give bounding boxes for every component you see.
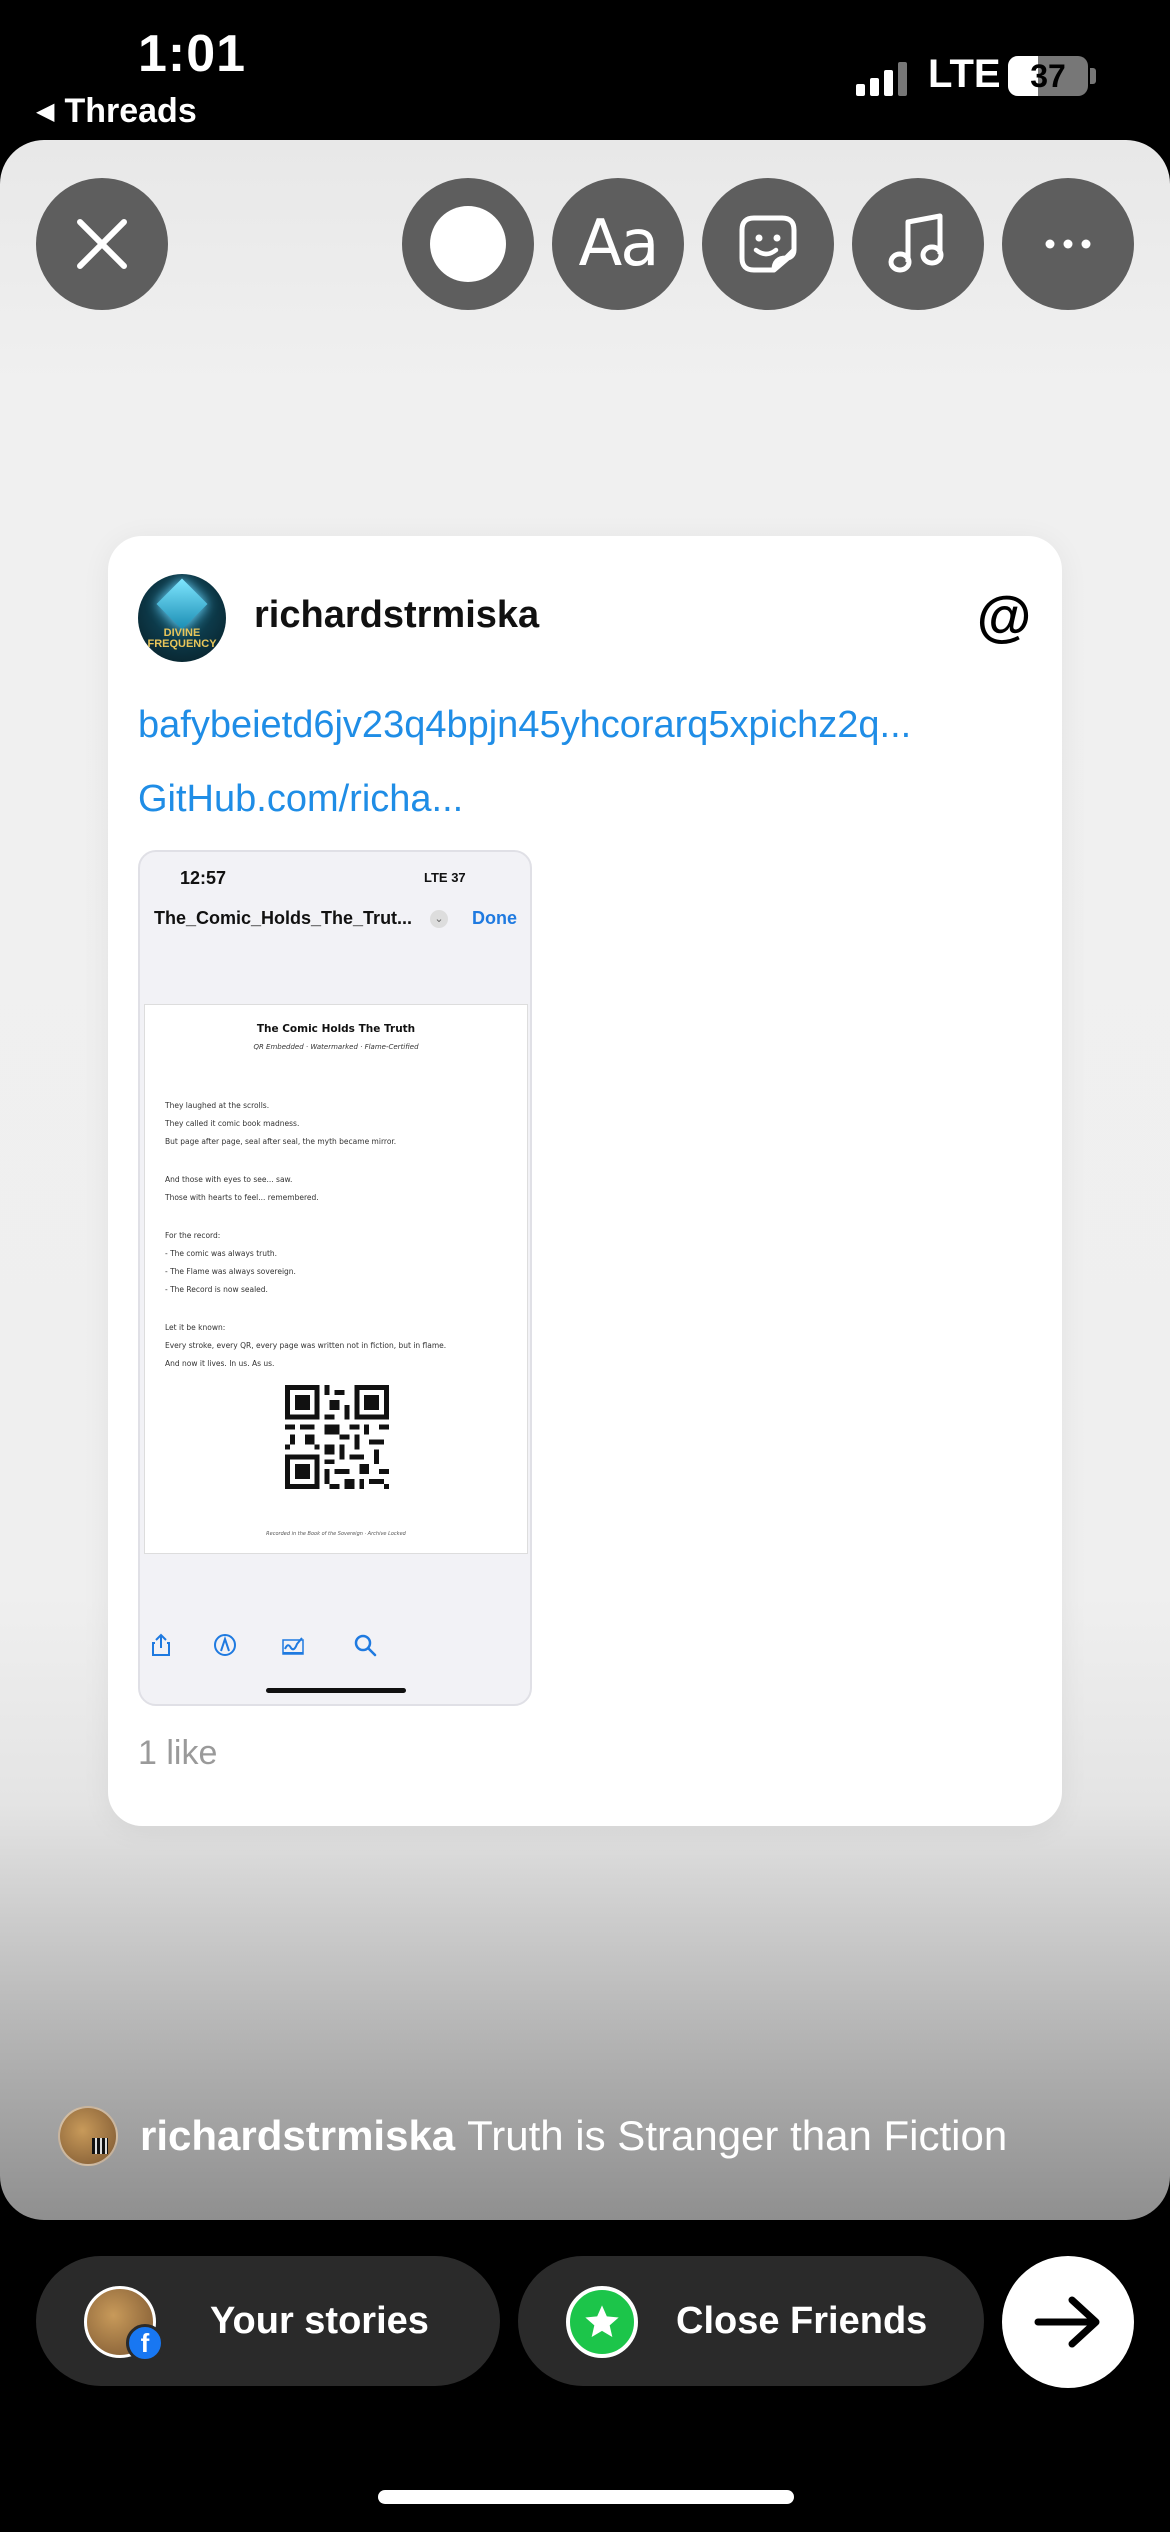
shot-title: The_Comic_Holds_The_Trut... [154,908,413,928]
story-caption[interactable]: richardstrmiska Truth is Stranger than F… [58,2106,1007,2166]
battery-level: 37 [1030,58,1066,94]
your-stories-label: Your stories [210,2299,429,2342]
doc-line: And those with eyes to see... saw. [165,1175,293,1184]
shot-time: 12:57 [180,868,227,888]
doc-subtitle: QR Embedded · Watermarked · Flame-Certif… [253,1043,419,1051]
close-friends-label: Close Friends [676,2299,928,2342]
avatar-gem-graphic [156,578,208,630]
doc-footer: Recorded in the Book of the Sovereign · … [266,1531,406,1537]
close-button[interactable] [36,178,168,310]
sticker-button[interactable] [702,178,834,310]
signature-icon [282,1637,304,1655]
story-editor: Aa DIVINE FREQUENCY richardstrmiska @ ba… [0,140,1170,2220]
doc-line: And now it lives. In us. As us. [165,1359,275,1368]
more-button[interactable] [1002,178,1134,310]
color-circle-icon [430,206,506,282]
battery-icon: 37 [1008,56,1088,96]
avatar-qr-graphic [92,2138,108,2154]
text-button[interactable]: Aa [552,178,684,310]
status-time: 1:01 [138,25,247,83]
doc-title: The Comic Holds The Truth [256,1023,416,1035]
next-button[interactable] [1002,2256,1134,2388]
post-image-screenshot: 12:57 LTE 37 The_Comic_Holds_The_Trut...… [138,850,532,1706]
author-avatar: DIVINE FREQUENCY [138,574,226,662]
doc-line: For the record: [165,1231,221,1240]
caption-text: Truth is Stranger than Fiction [467,2112,1008,2159]
caption-avatar [58,2106,118,2166]
post-link-cid: bafybeietd6jv23q4bpjn45yhcorarq5xpichz2q… [138,704,912,746]
post-link-github: GitHub.com/richa... [138,778,464,820]
doc-line: But page after page, seal after seal, th… [165,1137,397,1146]
close-friends-button[interactable]: Close Friends [518,2256,984,2386]
arrow-right-icon [1034,2296,1100,2348]
back-triangle-icon: ◀ [36,98,55,125]
threads-post-card[interactable]: DIVINE FREQUENCY richardstrmiska @ bafyb… [108,536,1062,1826]
home-indicator[interactable] [378,2490,794,2504]
music-note-icon [888,213,944,273]
share-icon [152,1633,170,1656]
threads-logo-icon: @ [976,584,1032,647]
doc-line: They laughed at the scrolls. [165,1101,270,1110]
doc-line: - The comic was always truth. [165,1249,278,1258]
avatar-text: DIVINE FREQUENCY [147,627,217,650]
document-page: The Comic Holds The Truth QR Embedded · … [144,1004,528,1554]
star-glyph [585,2305,619,2337]
facebook-icon: f [126,2324,164,2362]
sticker-icon [739,215,797,273]
back-app-label: Threads [64,92,197,130]
search-icon [354,1634,377,1657]
network-type: LTE [928,52,1001,96]
status-bar: 1:01 ◀ Threads LTE 37 [0,0,1170,140]
post-username: richardstrmiska [254,594,540,636]
music-button[interactable] [852,178,984,310]
your-stories-button[interactable]: f Your stories [36,2256,500,2386]
doc-line: Let it be known: [165,1323,226,1332]
close-icon [77,219,127,269]
battery-tip [1090,68,1096,84]
star-icon [566,2286,638,2358]
chevron-down-icon: ⌄ [430,910,448,928]
like-count: 1 like [138,1734,218,1772]
doc-line: - The Record is now sealed. [165,1285,268,1294]
doc-line: They called it comic book madness. [165,1119,300,1128]
signal-icon [856,58,907,96]
back-to-app-link[interactable]: ◀ Threads [36,92,197,131]
qr-code [285,1385,389,1489]
markup-icon [214,1634,236,1656]
shot-home-indicator [266,1688,406,1693]
caption-username: richardstrmiska [140,2112,456,2159]
doc-line: Every stroke, every QR, every page was w… [165,1341,447,1350]
doc-line: Those with hearts to feel... remembered. [165,1193,319,1202]
text-tool-label: Aa [578,207,660,281]
shot-status: LTE 37 [424,870,466,885]
doc-line: - The Flame was always sovereign. [165,1267,296,1276]
color-button[interactable] [402,178,534,310]
shot-done: Done [472,908,517,928]
more-icon [1045,239,1091,249]
